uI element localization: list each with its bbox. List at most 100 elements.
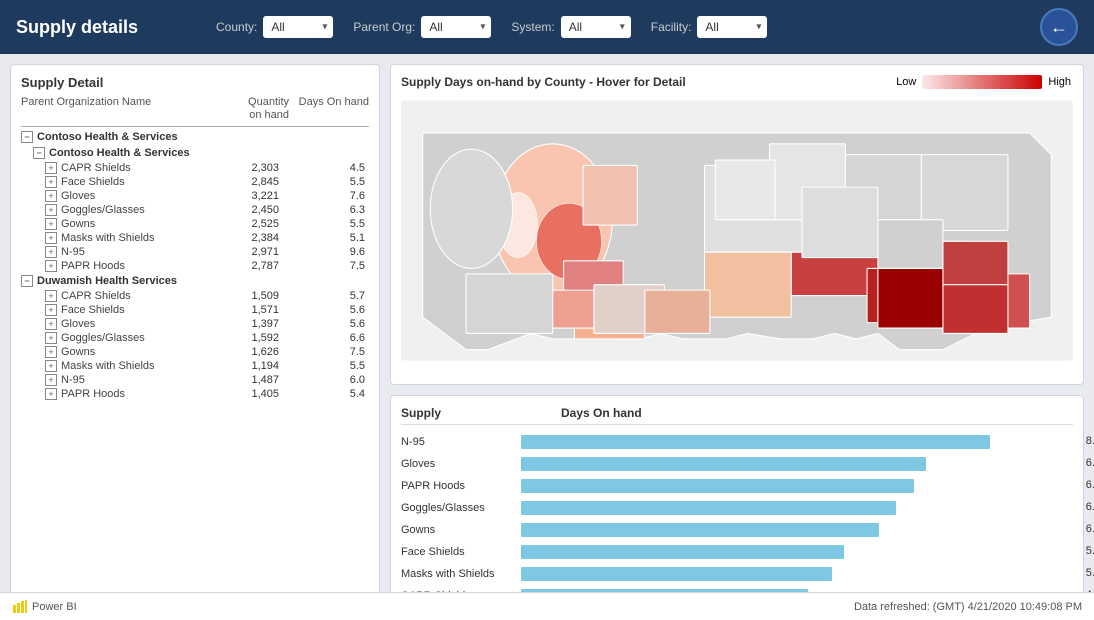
facility-select-wrap[interactable]: All [697,16,767,38]
col-name-header: Parent Organization Name [21,96,199,122]
row-icon[interactable]: + [45,332,57,344]
bar-label: Gowns [401,524,521,536]
bar-label: Goggles/Glasses [401,502,521,514]
system-select-wrap[interactable]: All [561,16,631,38]
group-label-contoso: − Contoso Health & Services [21,131,199,143]
facility-label: Facility: [651,20,692,34]
system-select[interactable]: All [561,16,631,38]
table-row: + Gowns 1,626 7.5 [21,345,369,359]
bar-label: Gloves [401,458,521,470]
row-icon[interactable]: + [45,346,57,358]
table-row: + Face Shields 1,571 5.6 [21,303,369,317]
bar-value: 6.1 [1086,523,1094,535]
parentorg-select[interactable]: All [421,16,491,38]
table-row: + Gowns 2,525 5.5 [21,217,369,231]
table-header: Parent Organization Name Quantityon hand… [21,96,369,127]
bar-fill [521,435,990,449]
right-panel: Supply Days on-hand by County - Hover fo… [390,64,1084,610]
system-label: System: [511,20,554,34]
header: Supply details County: All Parent Org: A… [0,0,1094,54]
footer: Power BI Data refreshed: (GMT) 4/21/2020… [0,592,1094,620]
expand-icon-contoso[interactable]: − [21,131,33,143]
bar-wrapper: 5.5 [521,545,1073,559]
bar-wrapper: 6.1 [521,523,1073,537]
row-icon[interactable]: + [45,190,57,202]
row-icon[interactable]: + [45,218,57,230]
table-row: + PAPR Hoods 2,787 7.5 [21,259,369,273]
row-icon[interactable]: + [45,260,57,272]
row-icon[interactable]: + [45,162,57,174]
legend-bar [922,75,1042,89]
supply-detail-title: Supply Detail [21,75,369,90]
bar-wrapper: 6.7 [521,479,1073,493]
chart-bar-row: Masks with Shields5.3 [401,565,1073,583]
bar-wrapper: 6.9 [521,457,1073,471]
table-row: + Gloves 1,397 5.6 [21,317,369,331]
table-row: + Goggles/Glasses 2,450 6.3 [21,203,369,217]
page-title: Supply details [16,17,196,38]
row-icon[interactable]: + [45,388,57,400]
row-icon[interactable]: + [45,318,57,330]
bar-value: 6.7 [1086,479,1094,491]
back-button[interactable]: ← [1040,8,1078,46]
table-row: + Gloves 3,221 7.6 [21,189,369,203]
chart-bar-row: N-958.0 [401,433,1073,451]
bar-fill [521,501,896,515]
chart-bar-row: PAPR Hoods6.7 [401,477,1073,495]
table-row: + CAPR Shields 1,509 5.7 [21,289,369,303]
chart-bar-row: Gloves6.9 [401,455,1073,473]
chart-bar-row: Goggles/Glasses6.4 [401,499,1073,517]
wa-state-map[interactable] [401,95,1073,366]
table-row: + Goggles/Glasses 1,592 6.6 [21,331,369,345]
table-row: + Face Shields 2,845 5.5 [21,175,369,189]
supply-detail-panel: Supply Detail Parent Organization Name Q… [10,64,380,610]
parentorg-filter-group: Parent Org: All [353,16,491,38]
bar-value: 5.3 [1086,567,1094,579]
bar-fill [521,567,832,581]
row-icon[interactable]: + [45,204,57,216]
parentorg-select-wrap[interactable]: All [421,16,491,38]
bar-value: 8.0 [1086,435,1094,447]
col-qty-header: Quantityon hand [199,96,289,122]
sub-group-row-contoso[interactable]: − Contoso Health & Services [21,145,369,161]
bar-value: 6.4 [1086,501,1094,513]
group-label-duwamish: − Duwamish Health Services [21,275,199,287]
bar-chart: N-958.0Gloves6.9PAPR Hoods6.7Goggles/Gla… [401,433,1073,605]
chart-col-days-header: Days On hand [561,406,642,420]
expand-icon-contoso-sub[interactable]: − [33,147,45,159]
table-row: + CAPR Shields 2,303 4.5 [21,161,369,175]
group-row-duwamish[interactable]: − Duwamish Health Services [21,273,369,289]
bar-label: N-95 [401,436,521,448]
bar-label: Masks with Shields [401,568,521,580]
row-icon[interactable]: + [45,246,57,258]
facility-select[interactable]: All [697,16,767,38]
table-row: + N-95 1,487 6.0 [21,373,369,387]
county-label: County: [216,20,257,34]
row-icon[interactable]: + [45,176,57,188]
bar-value: 6.9 [1086,457,1094,469]
bar-fill [521,457,926,471]
county-select[interactable]: All [263,16,333,38]
county-filter-group: County: All [216,16,333,38]
expand-icon-duwamish[interactable]: − [21,275,33,287]
chart-bar-row: Face Shields5.5 [401,543,1073,561]
sub-group-label-contoso: − Contoso Health & Services [21,147,199,159]
facility-filter-group: Facility: All [651,16,768,38]
powerbi-icon [12,599,28,615]
chart-bar-row: Gowns6.1 [401,521,1073,539]
row-icon[interactable]: + [45,360,57,372]
chart-col-supply-header: Supply [401,406,521,420]
row-icon[interactable]: + [45,290,57,302]
legend-high-label: High [1048,76,1071,88]
powerbi-logo: Power BI [12,599,77,615]
row-icon[interactable]: + [45,374,57,386]
row-icon[interactable]: + [45,232,57,244]
group-row-contoso[interactable]: − Contoso Health & Services [21,129,369,145]
county-select-wrap[interactable]: All [263,16,333,38]
chart-panel: Supply Days On hand N-958.0Gloves6.9PAPR… [390,395,1084,610]
row-icon[interactable]: + [45,304,57,316]
bar-wrapper: 6.4 [521,501,1073,515]
col-days-header: Days On hand [289,96,369,122]
powerbi-label: Power BI [32,601,77,613]
bar-label: PAPR Hoods [401,480,521,492]
